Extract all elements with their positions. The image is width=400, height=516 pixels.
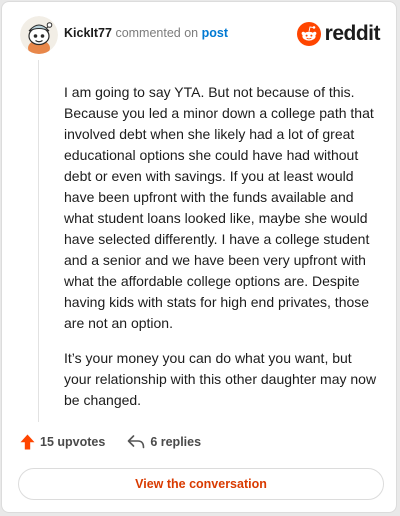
thread-line[interactable] xyxy=(38,60,39,422)
upvote-button[interactable]: 15 upvotes xyxy=(20,434,105,450)
comment-card: KickIt77 commented on post reddit I am g… xyxy=(1,1,397,513)
comment-actions: 15 upvotes 6 replies xyxy=(20,434,201,450)
upvote-count: 15 upvotes xyxy=(40,435,106,449)
snoo-avatar-icon xyxy=(20,16,58,54)
username-link[interactable]: KickIt77 xyxy=(64,26,112,40)
avatar[interactable] xyxy=(20,16,58,54)
comment-header: KickIt77 commented on post xyxy=(64,26,228,40)
action-text: commented on xyxy=(115,26,199,40)
comment-paragraph: I am going to say YTA. But not because o… xyxy=(64,84,374,331)
reddit-logo[interactable]: reddit xyxy=(296,22,381,46)
replies-button[interactable]: 6 replies xyxy=(127,435,201,449)
reddit-alien-icon xyxy=(296,22,321,46)
replies-count: 6 replies xyxy=(150,435,202,449)
view-conversation-button[interactable]: View the conversation xyxy=(18,468,384,500)
comment-paragraph: It’s your money you can do what you want… xyxy=(64,350,377,408)
comment-body: I am going to say YTA. But not because o… xyxy=(64,82,380,425)
upvote-arrow-icon xyxy=(20,434,35,450)
reply-arrow-icon xyxy=(127,435,145,449)
post-link[interactable]: post xyxy=(202,26,228,40)
reddit-wordmark: reddit xyxy=(324,22,381,45)
